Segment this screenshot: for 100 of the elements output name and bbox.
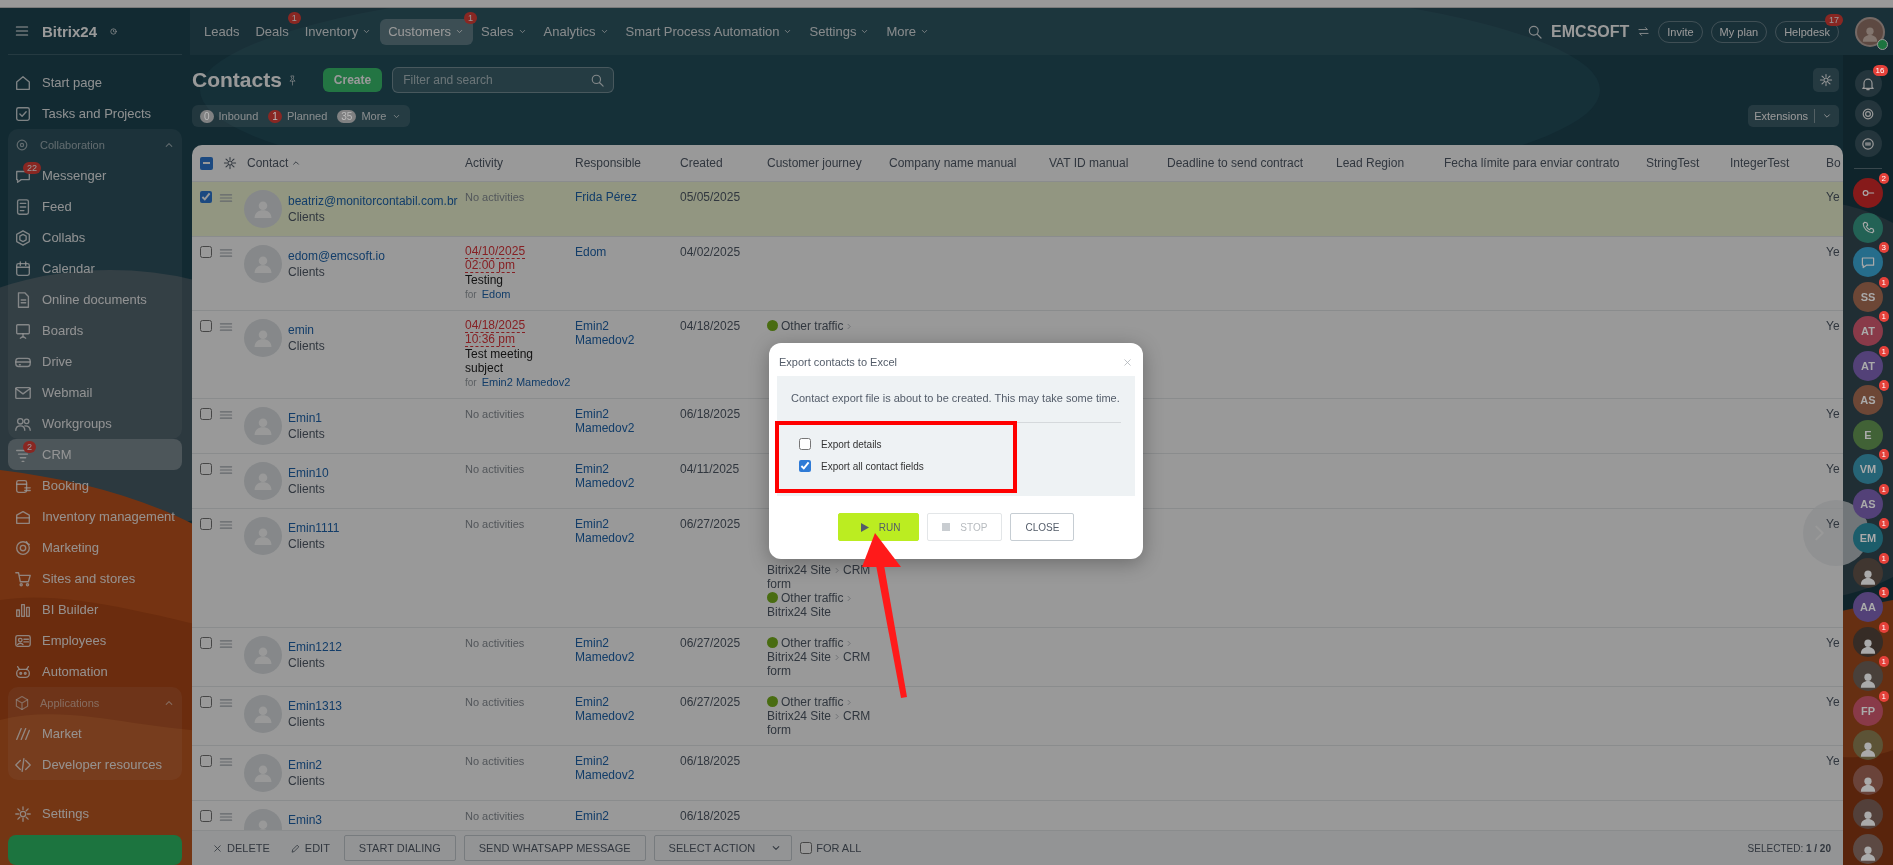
responsible-link[interactable]: Frida Pérez [575,190,647,204]
option-checkbox[interactable] [799,438,811,450]
due-time[interactable]: 10:36 pm [465,333,516,347]
group-header[interactable]: Applications [8,687,182,718]
row-checkbox[interactable] [200,810,212,822]
column-header[interactable]: VAT ID manual [1049,156,1167,170]
sidebar-item[interactable]: Start page [8,67,182,98]
search-icon[interactable] [1527,23,1544,40]
sidebar-item[interactable]: Settings [8,798,182,829]
sidebar-item[interactable]: Tasks and Projects [8,98,182,129]
for-all-checkbox[interactable] [800,842,813,854]
sidebar-item[interactable]: BI Builder [8,594,182,625]
sidebar-item[interactable]: Boards [8,315,182,346]
column-header[interactable]: Created [680,156,767,170]
counter-filter[interactable]: 35 More [337,109,403,123]
dialog-button[interactable]: CLOSE [1010,513,1075,541]
column-header[interactable]: Bo [1826,156,1843,170]
due-date[interactable]: 04/10/2025 [465,245,526,259]
column-header[interactable]: Activity [465,156,575,170]
table-row[interactable]: beatriz@monitorcontabil.com.br Clients No activities Frida Pérez 05/05/2025 Ye [192,182,1843,237]
action-button[interactable]: START DIALING [343,835,456,861]
delete-button[interactable]: DELETE [206,842,276,854]
column-header[interactable]: Customer journey [767,156,889,170]
action-button[interactable]: SEND WHATSAPP MESSAGE [463,835,646,861]
sidebar-item[interactable]: Feed [8,191,182,222]
row-checkbox[interactable] [200,320,212,332]
contact-link[interactable]: edom@emcsoft.io [288,249,385,263]
row-checkbox[interactable] [200,518,212,530]
row-checkbox[interactable] [200,755,212,767]
sidebar-item[interactable]: 22 Messenger [8,160,182,191]
sidebar-item[interactable]: Marketing [8,532,182,563]
sidebar-item[interactable]: Collabs [8,222,182,253]
contact-link[interactable]: emin [288,323,325,337]
row-checkbox[interactable] [200,246,212,258]
option-checkbox[interactable] [799,460,811,472]
column-header[interactable]: Contact [247,156,303,170]
contact-link[interactable]: Emin3 [288,813,322,827]
responsible-link[interactable]: Emin2 [575,809,647,823]
column-header[interactable]: Deadline to send contract [1167,156,1336,170]
due-date[interactable]: 04/18/2025 [465,319,526,333]
assignee-link[interactable]: Edom [481,287,511,301]
table-row[interactable]: Emin1313 Clients No activities Emin2 Mamedov2 06/27/2025 Other traffic Bitrix24 Site CRM form Ye [192,687,1843,746]
column-header[interactable]: Lead Region [1336,156,1444,170]
nav-tab[interactable]: Smart Process Automation [617,18,802,45]
group-header[interactable]: Collaboration [8,129,182,160]
responsible-link[interactable]: Emin2 Mamedov2 [575,407,647,435]
sidebar-item[interactable]: Online documents [8,284,182,315]
column-header[interactable]: Fecha límite para enviar contrato [1444,156,1646,170]
nav-tab[interactable]: Leads [196,18,248,45]
sidebar-item[interactable]: Market [8,718,182,749]
nav-tab[interactable]: More [878,18,939,45]
responsible-link[interactable]: Emin2 Mamedov2 [575,636,647,664]
sidebar-item[interactable]: Calendar [8,253,182,284]
close-button[interactable] [1122,356,1133,368]
sidebar-item[interactable]: Sites and stores [8,563,182,594]
column-header[interactable]: Company name manual [889,156,1049,170]
row-checkbox[interactable] [200,696,212,708]
sidebar-item[interactable]: Webmail [8,377,182,408]
counter-filter[interactable]: 1 Planned [268,109,328,123]
column-header[interactable]: StringTest [1646,156,1730,170]
contact-link[interactable]: Emin1313 [288,699,343,713]
menu-icon[interactable] [14,23,30,39]
sidebar-item[interactable]: Employees [8,625,182,656]
sidebar-item[interactable]: Automation [8,656,182,687]
row-checkbox[interactable] [200,463,212,475]
responsible-link[interactable]: Emin2 Mamedov2 [575,517,647,545]
due-time[interactable]: 02:00 pm [465,259,516,273]
nav-tab[interactable]: Settings [801,18,879,45]
table-row[interactable]: edom@emcsoft.io Clients 04/10/2025 02:00 pm Testing for Edom Edom 04/02/2025 Ye [192,237,1843,311]
responsible-link[interactable]: Emin2 Mamedov2 [575,754,647,782]
dialog-button[interactable]: RUN [837,513,920,541]
sidebar-item[interactable]: Inventory management [8,501,182,532]
column-header[interactable]: IntegerTest [1730,156,1826,170]
contact-link[interactable]: Emin1 [288,411,325,425]
select-action-dropdown[interactable]: SELECT ACTION [653,835,793,861]
edit-button[interactable]: EDIT [283,842,336,854]
assignee-link[interactable]: Emin2 Mamedov2 [481,375,571,389]
nav-tab[interactable]: Analytics [535,18,618,45]
contact-link[interactable]: Emin10 [288,466,329,480]
row-checkbox[interactable] [200,637,212,649]
responsible-link[interactable]: Emin2 Mamedov2 [575,462,647,490]
column-header[interactable]: Responsible [575,156,680,170]
row-checkbox[interactable] [200,408,212,420]
select-all-checkbox[interactable] [200,156,213,170]
table-row[interactable]: Emin2 Clients No activities Emin2 Mamedov2 06/18/2025 Ye [192,746,1843,801]
responsible-link[interactable]: Emin2 Mamedov2 [575,695,647,723]
logo[interactable]: Bitrix24 [42,22,98,40]
contact-link[interactable]: Emin2 [288,758,325,772]
sidebar-item[interactable]: Drive [8,346,182,377]
contact-link[interactable]: Emin1212 [288,640,343,654]
row-checkbox[interactable] [200,191,212,203]
contact-link[interactable]: beatriz@monitorcontabil.com.br [288,194,458,208]
responsible-link[interactable]: Emin2 Mamedov2 [575,319,647,347]
company-name[interactable]: EMCSOFT [1551,22,1630,41]
settings-icon[interactable] [223,156,237,170]
responsible-link[interactable]: Edom [575,245,647,259]
sidebar-item[interactable]: Booking [8,470,182,501]
swap-icon[interactable] [1637,25,1651,38]
sidebar-item[interactable]: Developer resources [8,749,182,780]
sidebar-item[interactable]: Workgroups [8,408,182,439]
